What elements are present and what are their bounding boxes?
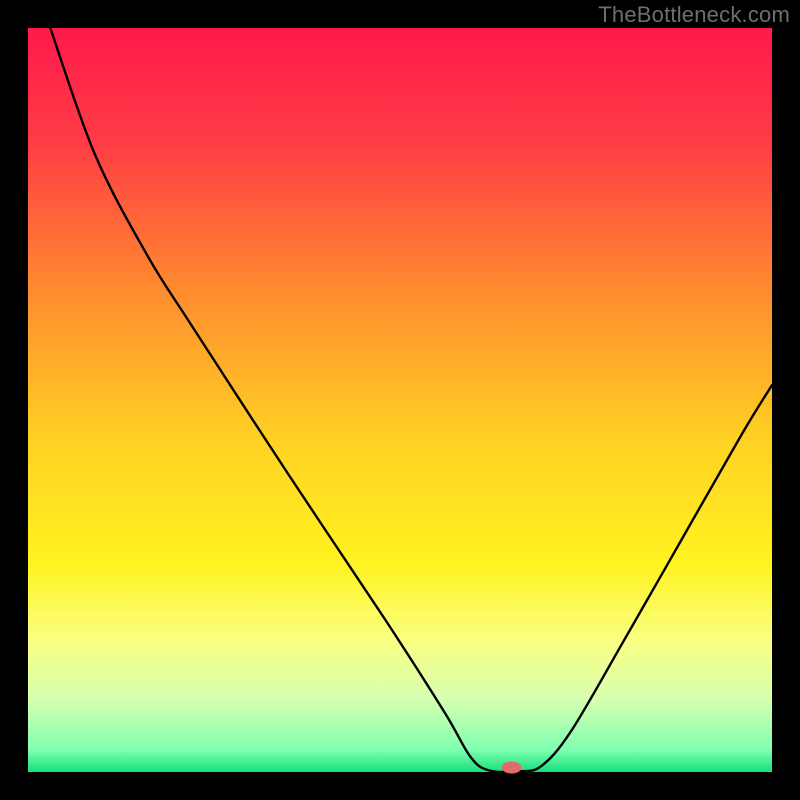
optimal-point-marker	[502, 762, 522, 774]
chart-frame: TheBottleneck.com	[0, 0, 800, 800]
plot-background	[28, 28, 772, 772]
watermark-text: TheBottleneck.com	[598, 2, 790, 28]
chart-svg	[0, 0, 800, 800]
